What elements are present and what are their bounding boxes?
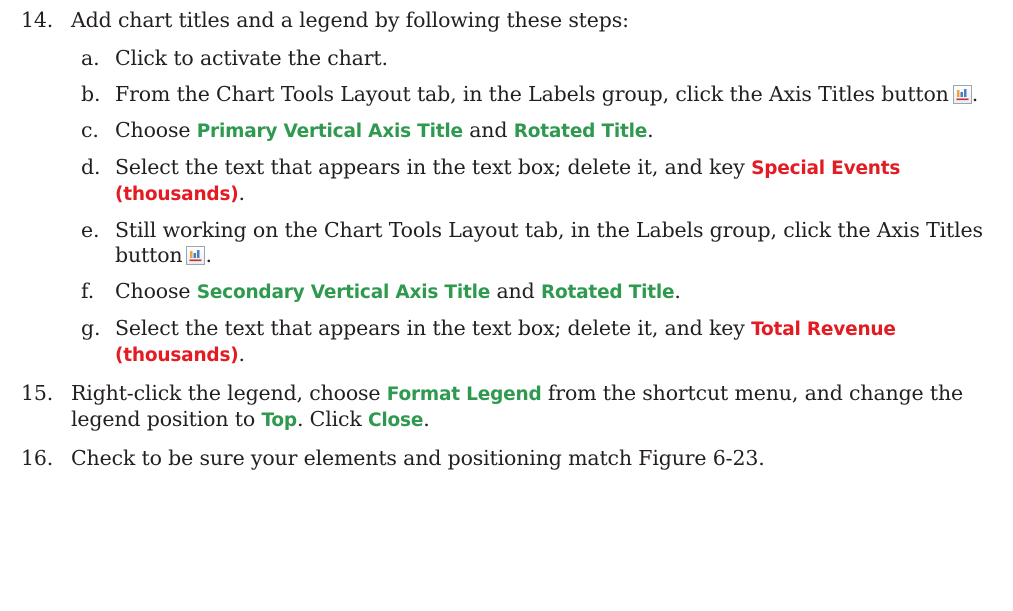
step-number: 16. [21,446,54,470]
step-16: 16. Check to be sure your elements and p… [0,446,1003,471]
substep-text-part: . [238,342,246,366]
substep-text: Still working on the Chart Tools Layout … [115,218,1003,268]
substep-f: f. Choose Secondary Vertical Axis Title … [0,279,1003,305]
step-text-part: Right-click the legend, choose [71,381,387,405]
substep-letter: e. [81,218,100,242]
substep-text-part: . [647,118,654,142]
substep-letter: f. [81,279,95,303]
keyword-rotated-title: Rotated Title [540,282,675,303]
step-text: Check to be sure your elements and posit… [71,446,765,470]
step-14: 14. Add chart titles and a legend by fol… [0,8,1003,33]
substep-letter: c. [81,118,99,142]
substep-text-part: . [674,279,681,303]
substep-text-part: Choose [115,279,197,303]
step-15: 15. Right-click the legend, choose Forma… [0,381,1003,433]
substep-d: d. Select the text that appears in the t… [0,155,1003,207]
axis-titles-icon [186,246,206,265]
step-text: Right-click the legend, choose Format Le… [71,381,1003,433]
substep-letter: d. [81,155,101,179]
substep-letter: b. [81,82,101,106]
substep-e: e. Still working on the Chart Tools Layo… [0,218,1003,268]
step-text: Add chart titles and a legend by followi… [71,8,629,32]
substep-c: c. Choose Primary Vertical Axis Title an… [0,118,1003,144]
substep-text-part: Select the text that appears in the text… [115,155,752,179]
step-text-part: . [423,407,430,431]
keyword-rotated-title: Rotated Title [513,121,648,142]
axis-titles-icon [952,85,972,104]
keyword-secondary-vertical-axis-title: Secondary Vertical Axis Title [196,282,491,303]
substep-text-part: and [462,118,514,142]
substep-text: Select the text that appears in the text… [115,316,1003,368]
substep-a: a. Click to activate the chart. [0,46,1003,71]
substep-g: g. Select the text that appears in the t… [0,316,1003,368]
keyword-top: Top [261,410,297,431]
substep-text: Click to activate the chart. [115,46,388,70]
document-page: 14. Add chart titles and a legend by fol… [0,0,1013,611]
substep-text-part: . [971,82,979,106]
substep-text-part: and [490,279,541,303]
keyword-close: Close [368,410,424,431]
substep-text: From the Chart Tools Layout tab, in the … [115,82,1003,107]
substep-text: Choose Primary Vertical Axis Title and R… [115,118,1003,144]
keyword-primary-vertical-axis-title: Primary Vertical Axis Title [196,121,463,142]
step-text-part: . Click [296,407,369,431]
substep-text-part: Still working on the Chart Tools Layout … [115,218,983,267]
substep-letter: g. [81,316,101,340]
substep-text: Select the text that appears in the text… [115,155,1003,207]
substep-text-part: . [238,181,246,205]
substep-text-part: Select the text that appears in the text… [115,316,752,340]
substep-text: Choose Secondary Vertical Axis Title and… [115,279,1003,305]
substep-letter: a. [81,46,100,70]
substep-b: b. From the Chart Tools Layout tab, in t… [0,82,1003,107]
substep-text-part: Choose [115,118,197,142]
substep-text-part: From the Chart Tools Layout tab, in the … [115,82,949,106]
keyword-format-legend: Format Legend [386,384,542,405]
substep-text-part: . [205,243,212,267]
step-number: 14. [21,8,54,32]
step-number: 15. [21,381,54,405]
